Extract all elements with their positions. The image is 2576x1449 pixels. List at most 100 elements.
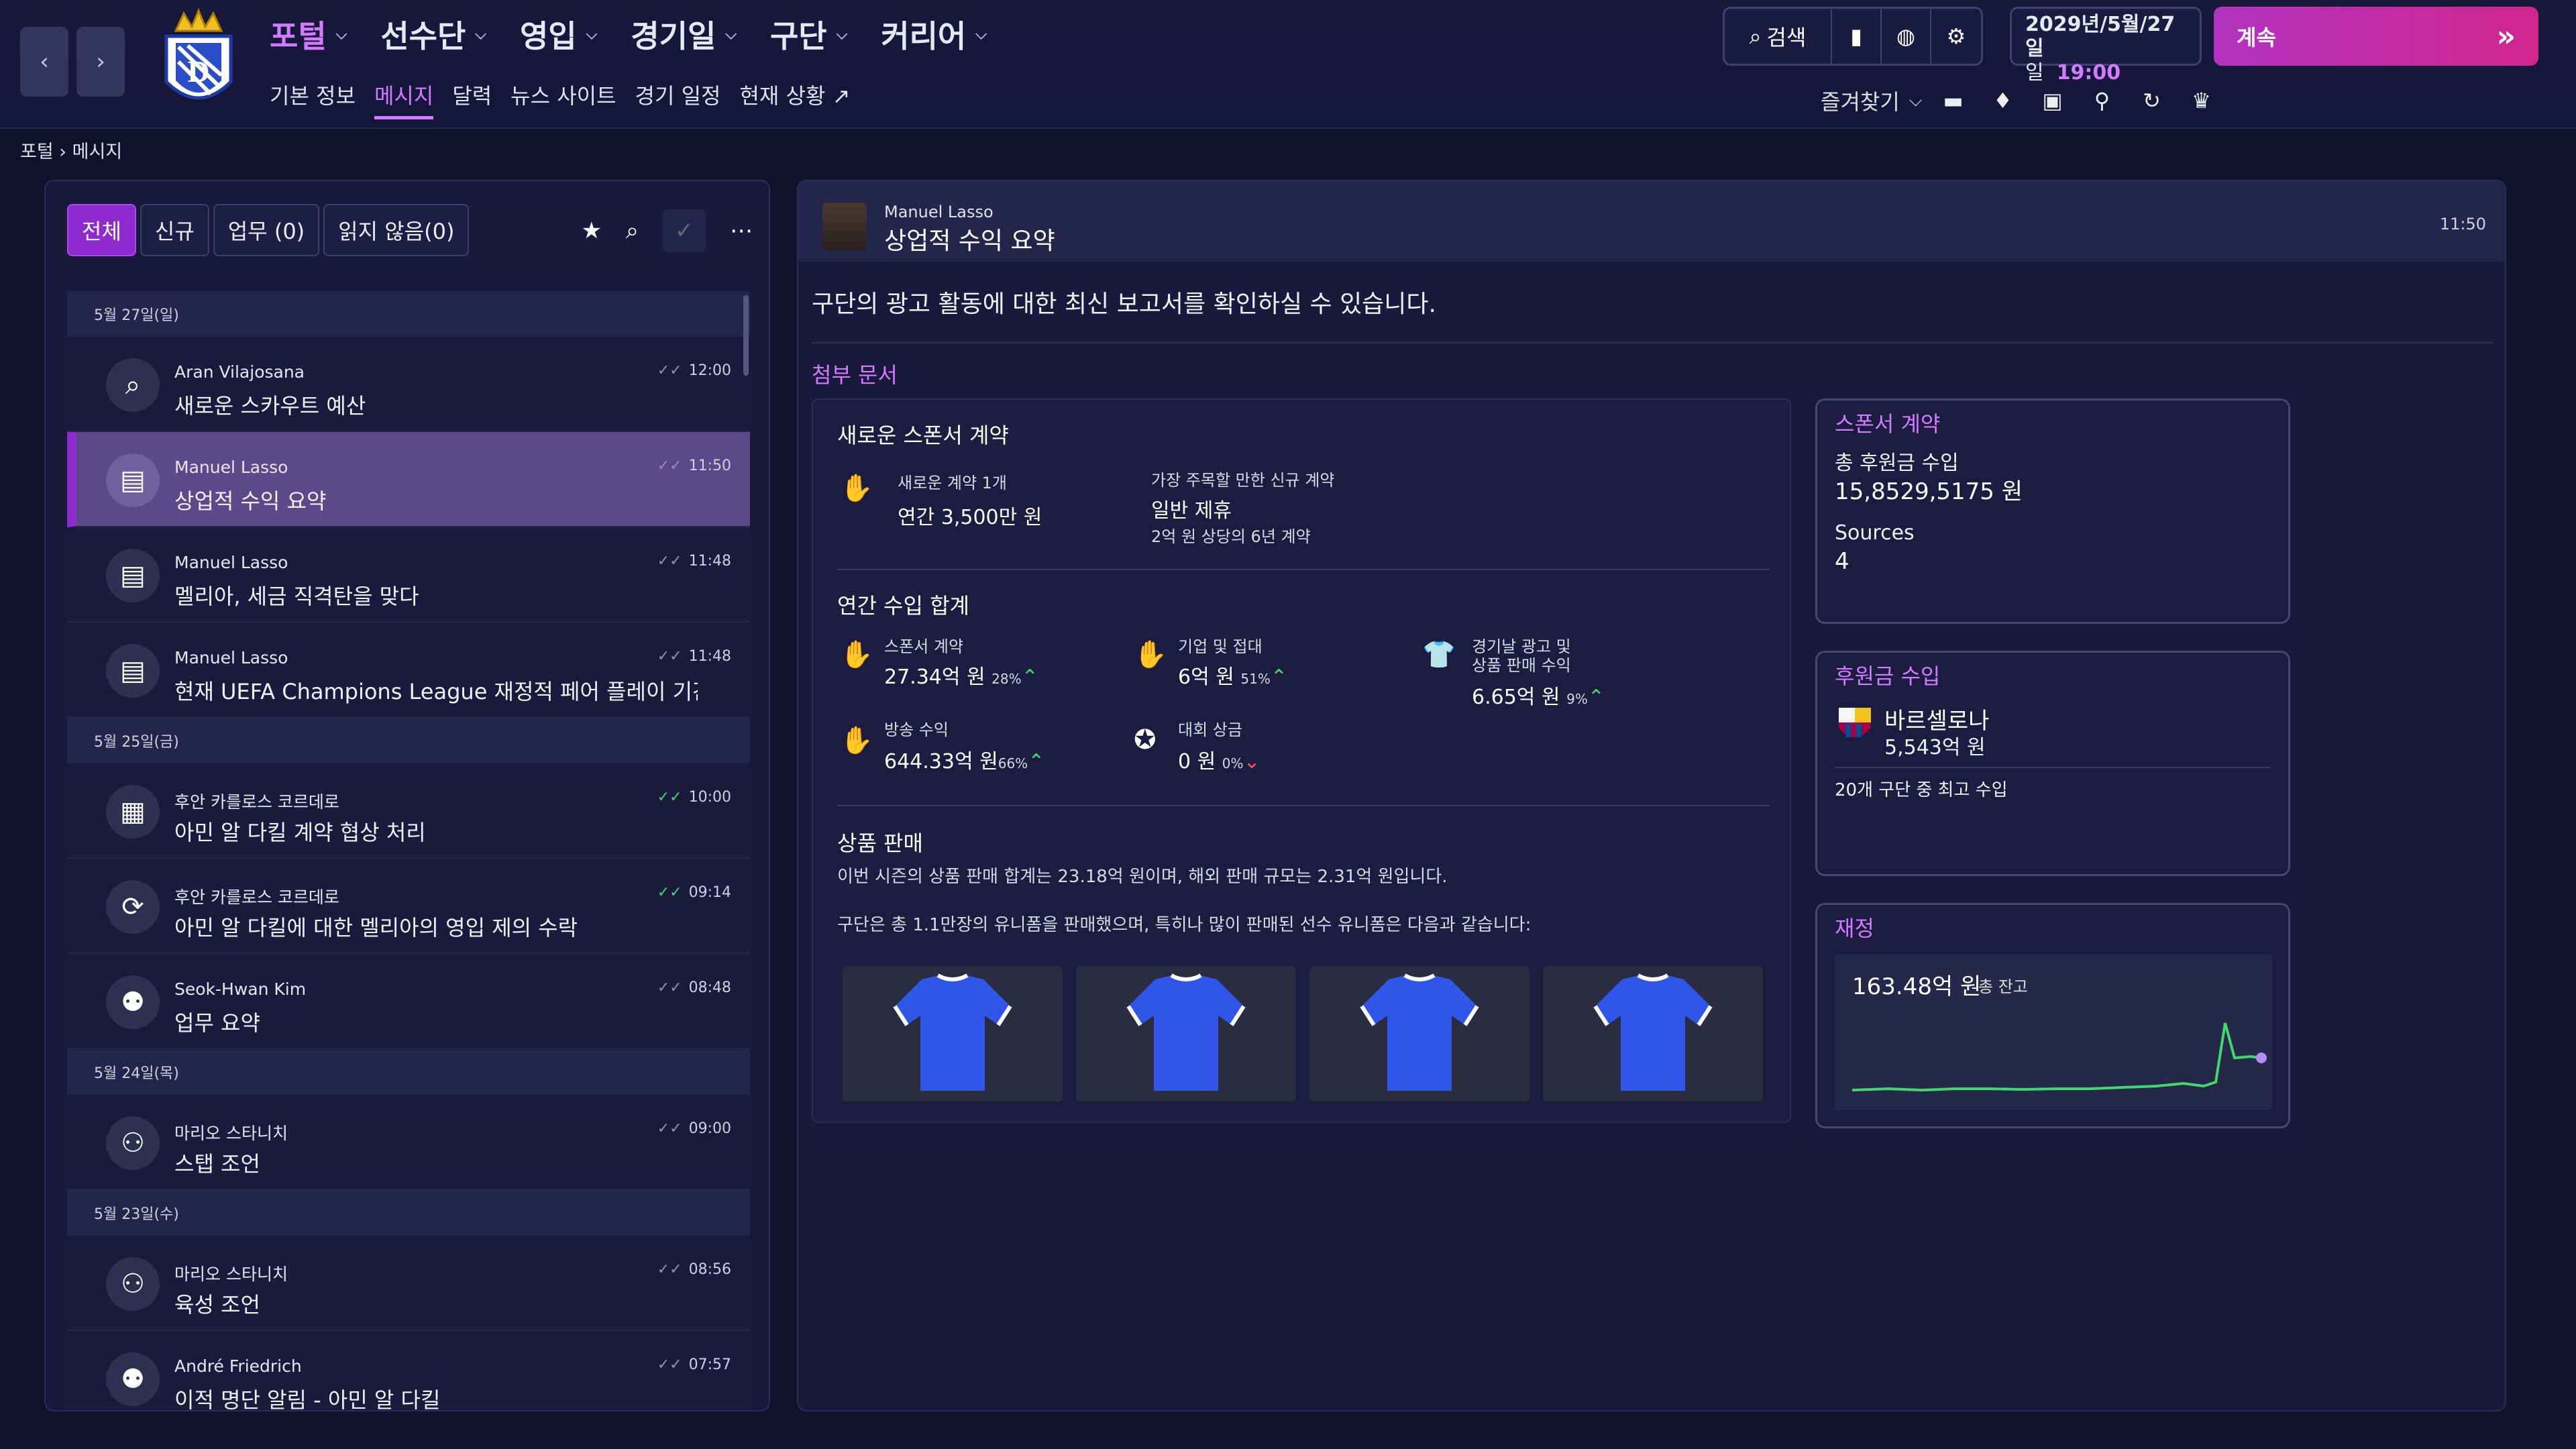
- message-list-item[interactable]: ▤ Manuel Lasso 멜리아, 세금 직격탄을 맞다 ✓✓ 11:48: [67, 527, 750, 623]
- message-list-item[interactable]: ⚉ Seok-Hwan Kim 업무 요약 ✓✓ 08:48: [67, 954, 750, 1049]
- filter-unread[interactable]: 읽지 않음(0): [323, 204, 470, 256]
- time-text: 19:00: [2056, 61, 2121, 85]
- prize-value: 0 원: [1178, 750, 1216, 773]
- message-intro: 구단의 광고 활동에 대한 최신 보고서를 확인하실 수 있습니다.: [812, 290, 1436, 318]
- nav-portal[interactable]: 포털 ⌵: [270, 12, 347, 56]
- message-list-item[interactable]: ⌕ Aran Vilajosana 새로운 스카우트 예산 ✓✓ 12:00: [67, 337, 750, 432]
- kit-card[interactable]: [1543, 966, 1763, 1102]
- scrollbar[interactable]: [743, 295, 749, 376]
- tab-calendar[interactable]: 달력: [452, 79, 492, 119]
- message-time-text: 11:48: [688, 648, 731, 665]
- patron-card-title: 후원금 수입: [1835, 663, 1941, 689]
- back-button[interactable]: ‹: [20, 27, 68, 97]
- report-icon[interactable]: ▣: [2033, 82, 2071, 119]
- nav-club[interactable]: 구단 ⌵: [770, 12, 847, 56]
- chevron-down-icon: ⌵: [475, 25, 486, 43]
- message-title: 상업적 수익 요약: [884, 227, 1055, 255]
- message-list-item[interactable]: ▤ Manuel Lasso 현재 UEFA Champions League 재정…: [67, 623, 750, 718]
- search-icon[interactable]: ⌕: [626, 217, 639, 244]
- svg-text:D: D: [187, 54, 209, 89]
- chat-icon[interactable]: ▬: [1934, 82, 1972, 119]
- trophy-icon[interactable]: ♛: [2182, 82, 2220, 119]
- scout-icon[interactable]: ⚲: [2083, 82, 2121, 119]
- divider: [812, 342, 2493, 343]
- briefcase-icon: ▤: [106, 453, 160, 507]
- finance-card[interactable]: 재정 163.48억 원 총 잔고: [1815, 903, 2290, 1128]
- tab-fixtures[interactable]: 경기 일정: [635, 79, 721, 119]
- message-time: ✓✓ 07:57: [657, 1356, 731, 1373]
- message-sender: Manuel Lasso: [174, 458, 288, 477]
- tab-overview[interactable]: 기본 정보: [270, 79, 356, 119]
- read-check-icon: ✓✓: [657, 789, 682, 806]
- tab-messages[interactable]: 메시지: [374, 79, 434, 119]
- message-subject: 업무 요약: [174, 1010, 260, 1036]
- message-subject: 스탭 조언: [174, 1151, 260, 1177]
- breadcrumb: 포털 › 메시지: [20, 137, 122, 163]
- message-list-item[interactable]: ▦ 후안 카를로스 코르데로 아민 알 다킬 계약 협상 처리 ✓✓ 10:00: [67, 763, 750, 859]
- message-time: 11:50: [2439, 215, 2486, 233]
- club-badge[interactable]: D: [161, 8, 236, 115]
- more-icon[interactable]: ⋯: [730, 217, 753, 244]
- sponsor-card-title: 스폰서 계약: [1835, 411, 1941, 437]
- message-list-item[interactable]: ⚇ 마리오 스타니치 스탭 조언 ✓✓ 09:00: [67, 1095, 750, 1190]
- nav-transfers[interactable]: 영입 ⌵: [520, 12, 597, 56]
- nav-career[interactable]: 커리어 ⌵: [881, 12, 987, 56]
- patron-card[interactable]: 후원금 수입 바르셀로나 5,543억 원 20개 구단 중 최고 수입: [1815, 651, 2290, 876]
- message-time-text: 12:00: [688, 362, 731, 379]
- favorites-label[interactable]: 즐겨찾기: [1821, 85, 1900, 116]
- filter-new[interactable]: 신규: [140, 204, 209, 256]
- message-time: ✓✓ 12:00: [657, 362, 731, 379]
- tab-status[interactable]: 현재 상황 ↗: [739, 79, 850, 119]
- message-subject: 멜리아, 세금 직격탄을 맞다: [174, 584, 419, 609]
- filter-tasks[interactable]: 업무 (0): [213, 204, 320, 256]
- handshake-icon: ✋: [1134, 639, 1167, 670]
- sponsor-card[interactable]: 스폰서 계약 총 후원금 수입 15,8529,5175 원 Sources 4: [1815, 398, 2290, 624]
- notable-value: 일반 제휴: [1151, 499, 1232, 523]
- chevron-down-icon: ⌵: [975, 25, 987, 43]
- chevron-right-icon: ›: [59, 142, 72, 162]
- kit-card[interactable]: [843, 966, 1063, 1102]
- date-display[interactable]: 2029년/5월/27일 일 19:00: [2010, 7, 2202, 85]
- matchday-pct: 9%: [1566, 691, 1588, 707]
- nav-club-label: 구단: [769, 18, 827, 54]
- search-button[interactable]: ⌕ 검색: [1725, 9, 1832, 64]
- forward-button[interactable]: ›: [76, 27, 125, 97]
- message-list-item[interactable]: ⚉ André Friedrich 이적 명단 알림 - 아민 알 다킬 ✓✓ 07:5…: [67, 1331, 750, 1411]
- mark-read-icon[interactable]: ✓: [663, 209, 706, 252]
- date-text: 2029년/5월/27일: [2025, 13, 2176, 60]
- group-icon: ⚇: [106, 1116, 160, 1170]
- message-list-item[interactable]: ⚇ 마리오 스타니치 육성 조언 ✓✓ 08:56: [67, 1236, 750, 1331]
- kit-card[interactable]: [1076, 966, 1296, 1102]
- chevron-down-icon: ⌵: [836, 25, 848, 43]
- message-list[interactable]: 5월 27일(일) ⌕ Aran Vilajosana 새로운 스카우트 예산 ✓✓ 12…: [67, 291, 750, 1411]
- message-list-item[interactable]: ⟳ 후안 카를로스 코르데로 아민 알 다킬에 대한 멜리아의 영입 제의 수락 ✓✓…: [67, 859, 750, 954]
- corporate-value: 6억 원: [1178, 665, 1234, 689]
- refresh-icon[interactable]: ↻: [2133, 82, 2170, 119]
- nav-matchday[interactable]: 경기일 ⌵: [631, 12, 737, 56]
- message-sender: Manuel Lasso: [174, 648, 288, 667]
- shirt-icon[interactable]: ♦: [1984, 82, 2021, 119]
- help-button[interactable]: ◍: [1882, 9, 1931, 64]
- message-sender[interactable]: Manuel Lasso: [884, 203, 994, 221]
- notes-button[interactable]: ▮: [1832, 9, 1882, 64]
- message-time: ✓✓ 08:56: [657, 1261, 731, 1278]
- kit-card[interactable]: [1309, 966, 1529, 1102]
- settings-button[interactable]: ⚙: [1931, 9, 1981, 64]
- message-subject: 이적 명단 알림 - 아민 알 다킬: [174, 1387, 441, 1411]
- shirt-icon: [1126, 973, 1246, 1091]
- filter-all[interactable]: 전체: [67, 204, 136, 256]
- continue-button[interactable]: 계속 »: [2214, 7, 2538, 66]
- read-check-icon: ✓✓: [657, 979, 682, 996]
- annual-section-title: 연간 수입 합계: [837, 593, 969, 619]
- message-subject: 육성 조언: [174, 1292, 260, 1318]
- bookmark-icon: ▮: [1850, 23, 1862, 49]
- tab-news[interactable]: 뉴스 사이트: [511, 79, 616, 119]
- read-check-icon: ✓✓: [657, 362, 682, 379]
- star-icon[interactable]: ★: [581, 217, 601, 244]
- breadcrumb-portal[interactable]: 포털: [20, 142, 54, 162]
- message-list-item[interactable]: ▤ Manuel Lasso 상업적 수익 요약 ✓✓ 11:50: [67, 432, 750, 527]
- message-time-text: 11:50: [688, 458, 731, 474]
- chevron-down-icon[interactable]: ⌵: [1909, 91, 1923, 111]
- nav-squad[interactable]: 선수단 ⌵: [380, 12, 486, 56]
- toolbar: ⌕ 검색 ▮ ◍ ⚙: [1723, 7, 1983, 66]
